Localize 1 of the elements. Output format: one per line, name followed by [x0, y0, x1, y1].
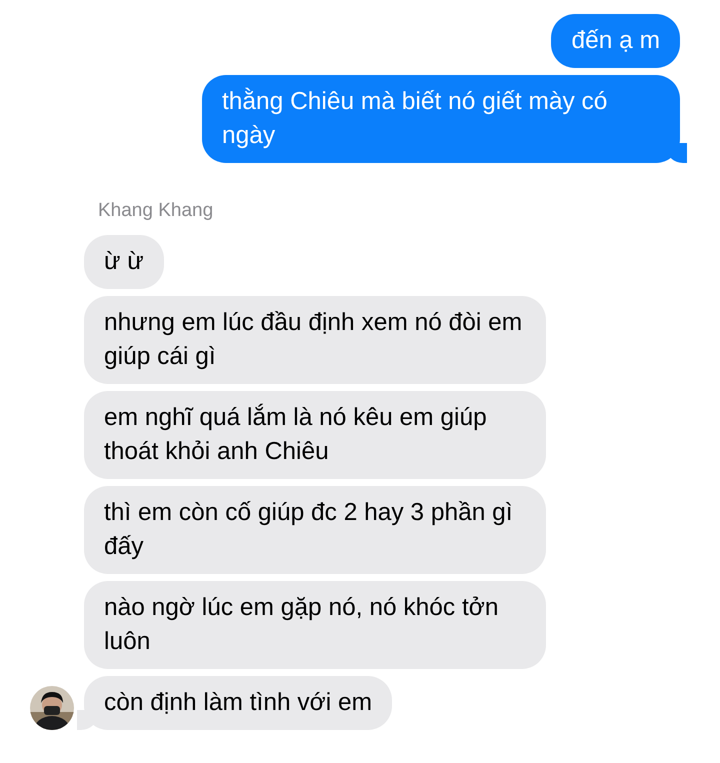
- sender-name: Khang Khang: [97, 200, 214, 222]
